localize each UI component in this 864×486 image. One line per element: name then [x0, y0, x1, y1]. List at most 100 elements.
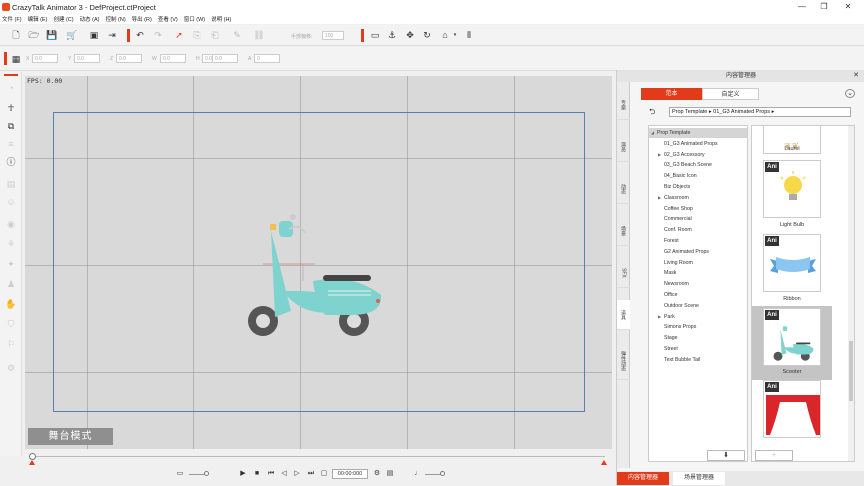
tree-item[interactable]: ▶ Park	[649, 312, 747, 322]
menu-control[interactable]: 控制 (N)	[105, 15, 125, 23]
redo-icon[interactable]: ↷	[152, 29, 164, 41]
tree-item[interactable]: 04_Basic Icon	[649, 171, 747, 181]
h2-field[interactable]: 0.0	[212, 54, 238, 63]
scooter-prop[interactable]	[243, 211, 383, 336]
play-icon[interactable]: ▶	[238, 469, 248, 479]
adjust-tool-icon[interactable]: ⚙	[5, 362, 17, 374]
volume-icon[interactable]: ♩	[413, 469, 423, 479]
rotate-icon[interactable]: ↻	[421, 29, 433, 41]
tab-template[interactable]: 范本	[641, 88, 702, 100]
brush-icon[interactable]: ✎	[231, 29, 243, 41]
tab-custom[interactable]: 自定义	[702, 88, 759, 100]
tree-item[interactable]: Newsroom	[649, 279, 747, 289]
tree-item[interactable]: G2 Animated Props	[649, 247, 747, 257]
tree-root[interactable]: ◢ Prop Template	[649, 128, 747, 138]
select-arrow-icon[interactable]: ➚	[173, 29, 185, 41]
stage-mode-button[interactable]: 舞台模式	[28, 428, 113, 445]
thumb-laurel[interactable]: ❦❦ Laurel	[752, 126, 832, 160]
timeline-scrubber[interactable]	[31, 456, 605, 457]
tree-item[interactable]: 01_G3 Animated Props	[649, 139, 747, 149]
link-icon[interactable]: ⛓	[253, 29, 265, 41]
render-icon[interactable]: ▣	[88, 29, 100, 41]
path-breadcrumb[interactable]: Prop Template ▸ 01_G3 Animated Props ▸	[669, 107, 851, 117]
tree-item[interactable]: Street	[649, 344, 747, 354]
thumb-scooter[interactable]: Ani Scooter	[752, 306, 832, 380]
menu-export[interactable]: 导出 (R)	[132, 15, 152, 23]
stage-viewport[interactable]: FPS: 0.00 舞台模式	[25, 76, 612, 449]
menu-view[interactable]: 查看 (V)	[158, 15, 178, 23]
start-marker-icon[interactable]	[29, 460, 35, 465]
zoom-icon[interactable]: ▭	[175, 469, 185, 479]
side-tab-actor[interactable]: 演员	[617, 132, 630, 162]
menu-create[interactable]: 创建 (C)	[53, 15, 73, 23]
w-field[interactable]: 0.0	[160, 54, 186, 63]
side-tab-scene[interactable]: 场景	[617, 216, 630, 246]
thumb-ribbon[interactable]: Ani Ribbon	[752, 234, 832, 308]
anchor-icon[interactable]: ⚓	[386, 29, 398, 41]
end-marker-icon[interactable]	[601, 460, 607, 465]
tree-item[interactable]: Stage	[649, 333, 747, 343]
tree-item[interactable]: Biz Objects	[649, 182, 747, 192]
open-folder-icon[interactable]: 🗁	[28, 29, 40, 41]
menu-edit[interactable]: 编辑 (E)	[28, 15, 48, 23]
save-icon[interactable]: 💾	[46, 29, 58, 41]
panel-close-icon[interactable]: ✕	[853, 70, 859, 82]
transform-icon[interactable]: ▦	[10, 53, 22, 65]
maximize-button[interactable]: ❐	[818, 2, 830, 12]
chevron-down-icon[interactable]: ▾	[449, 29, 461, 41]
tree-item[interactable]: Mask	[649, 268, 747, 278]
new-file-icon[interactable]: 🗋	[10, 29, 22, 41]
thumb-curtain[interactable]: Ani	[752, 380, 832, 454]
menu-window[interactable]: 窗口 (W)	[184, 15, 205, 23]
back-icon[interactable]: ⮌	[649, 106, 655, 120]
stop-icon[interactable]: ■	[252, 469, 262, 479]
cart-icon[interactable]: 🛒	[66, 29, 78, 41]
tree-item[interactable]: Conf. Room	[649, 225, 747, 235]
tree-item[interactable]: Commercial	[649, 214, 747, 224]
hand-offset-field[interactable]: 100	[322, 31, 344, 40]
flip-icon[interactable]: ⫴	[463, 29, 475, 41]
undo-icon[interactable]: ↶	[134, 29, 146, 41]
thumb-light-bulb[interactable]: Ani Light Bulb	[752, 160, 832, 234]
scene-tool-icon[interactable]: ◔	[5, 82, 17, 94]
volume-slider-handle[interactable]	[440, 471, 445, 476]
film-icon[interactable]: ▤	[385, 469, 395, 479]
y-field[interactable]: 0.0	[74, 54, 100, 63]
tree-item[interactable]: Living Room	[649, 258, 747, 268]
record-tool-icon[interactable]: ◉	[5, 218, 17, 230]
close-button[interactable]: ✕	[842, 2, 854, 12]
first-frame-icon[interactable]: ⏮	[266, 469, 276, 479]
add-button[interactable]: +	[755, 450, 793, 461]
minimize-button[interactable]: —	[796, 2, 808, 12]
info-tool-icon[interactable]: ⓘ	[5, 156, 17, 168]
puppet-tool-icon[interactable]: ♟	[5, 278, 17, 290]
motion-tool-icon[interactable]: ⚘	[5, 238, 17, 250]
menu-file[interactable]: 文件 (F)	[2, 15, 22, 23]
hand-tool-icon[interactable]: ✋	[5, 298, 17, 310]
prev-frame-icon[interactable]: ◁	[279, 469, 289, 479]
tab-content-manager[interactable]: 内容管理器	[617, 472, 669, 485]
side-tab-animation[interactable]: 动态	[617, 174, 630, 204]
z-field[interactable]: 0.0	[116, 54, 142, 63]
angle-field[interactable]: 0	[254, 54, 280, 63]
loop-icon[interactable]: ▢	[319, 469, 329, 479]
last-frame-icon[interactable]: ⏭	[306, 469, 316, 479]
tree-item[interactable]: Office	[649, 290, 747, 300]
bone-tool-icon[interactable]: ≡	[5, 138, 17, 150]
tab-options-chevron-icon[interactable]: ⌄	[845, 89, 855, 98]
download-button[interactable]: ⬇	[707, 450, 745, 461]
tree-item[interactable]: ▶ 02_G3 Accessory	[649, 150, 747, 160]
side-tab-project[interactable]: 专案	[617, 90, 630, 120]
speed-slider-handle[interactable]	[204, 471, 209, 476]
side-tab-elastic[interactable]: 弹性动态	[617, 342, 630, 380]
settings-gear-icon[interactable]: ⚙	[372, 469, 382, 479]
menu-animation[interactable]: 动态 (A)	[80, 15, 100, 23]
layer-tool-icon[interactable]: ▤	[5, 178, 17, 190]
paste-icon[interactable]: ⎗	[209, 29, 221, 41]
camera-icon[interactable]: ▭	[369, 29, 381, 41]
timecode-field[interactable]: 00:00:000	[332, 469, 368, 479]
actor-tool-icon[interactable]: ☥	[5, 102, 17, 114]
tree-item[interactable]: Outdoor Scene	[649, 301, 747, 311]
x-field[interactable]: 0.0	[32, 54, 58, 63]
run-tool-icon[interactable]: ⚐	[5, 338, 17, 350]
